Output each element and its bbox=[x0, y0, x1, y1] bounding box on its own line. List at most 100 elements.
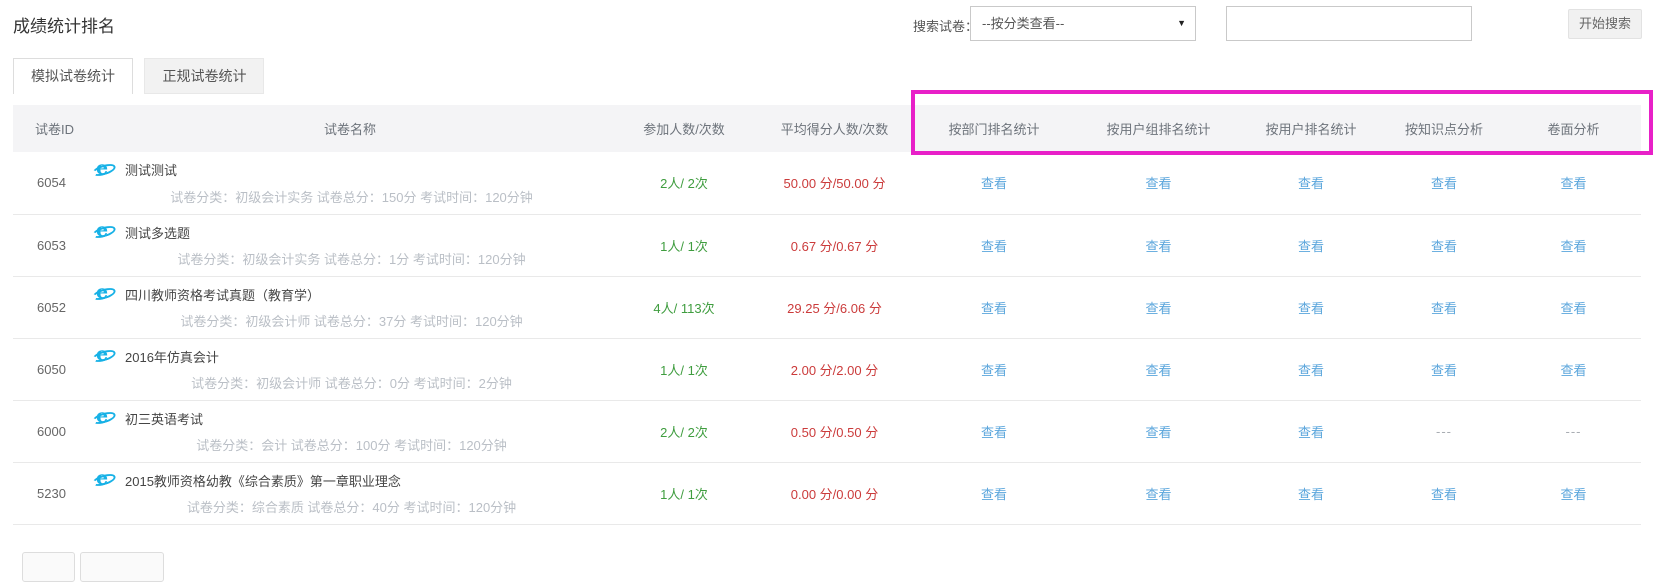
paper-meta: 试卷分类：综合素质 试卷总分：40分 考试时间：120分钟 bbox=[93, 497, 610, 516]
view-link[interactable]: 查看 bbox=[1560, 239, 1586, 254]
usergroup-ranking-cell: 查看 bbox=[1077, 276, 1240, 338]
knowledge-analysis-cell: 查看 bbox=[1382, 462, 1506, 524]
table-header-row: 试卷ID 试卷名称 参加人数/次数 平均得分人数/次数 按部门排名统计 按用户组… bbox=[13, 105, 1641, 152]
header-knowledge-analysis: 按知识点分析 bbox=[1382, 105, 1506, 152]
tab-bar: 模拟试卷统计 正规试卷统计 bbox=[13, 58, 264, 94]
search-input[interactable] bbox=[1226, 6, 1472, 41]
view-link[interactable]: 查看 bbox=[1298, 363, 1324, 378]
no-data-dash: --- bbox=[1566, 424, 1582, 439]
view-link[interactable]: 查看 bbox=[1431, 301, 1457, 316]
average-score: 0.67 分/0.67 分 bbox=[758, 214, 911, 276]
department-ranking-cell: 查看 bbox=[911, 338, 1077, 400]
paper-icon: e bbox=[93, 408, 115, 428]
paper-icon: e bbox=[93, 284, 115, 304]
search-button[interactable]: 开始搜索 bbox=[1568, 9, 1642, 39]
pagination-button[interactable] bbox=[80, 552, 164, 582]
view-link[interactable]: 查看 bbox=[1298, 301, 1324, 316]
usergroup-ranking-cell: 查看 bbox=[1077, 152, 1240, 214]
paper-name: 测试测试 bbox=[125, 160, 177, 179]
view-link[interactable]: 查看 bbox=[1298, 176, 1324, 191]
view-link[interactable]: 查看 bbox=[1431, 176, 1457, 191]
paper-analysis-cell: 查看 bbox=[1506, 462, 1641, 524]
view-link[interactable]: 查看 bbox=[1145, 487, 1171, 502]
usergroup-ranking-cell: 查看 bbox=[1077, 462, 1240, 524]
participants-count: 2人/ 2次 bbox=[610, 152, 758, 214]
department-ranking-cell: 查看 bbox=[911, 152, 1077, 214]
view-link[interactable]: 查看 bbox=[1560, 176, 1586, 191]
paper-icon: e bbox=[93, 470, 115, 490]
view-link[interactable]: 查看 bbox=[1560, 301, 1586, 316]
tab-formal-paper-stats[interactable]: 正规试卷统计 bbox=[144, 58, 264, 94]
knowledge-analysis-cell: 查看 bbox=[1382, 152, 1506, 214]
chevron-down-icon: ▼ bbox=[1177, 7, 1186, 40]
table-row: 6050 e 2016年仿真会计 试卷分类：初级会计师 试卷总分：0分 考试时间… bbox=[13, 338, 1641, 400]
view-link[interactable]: 查看 bbox=[1560, 363, 1586, 378]
average-score: 0.50 分/0.50 分 bbox=[758, 400, 911, 462]
user-ranking-cell: 查看 bbox=[1240, 338, 1382, 400]
user-ranking-cell: 查看 bbox=[1240, 462, 1382, 524]
paper-analysis-cell: 查看 bbox=[1506, 214, 1641, 276]
paper-analysis-cell: --- bbox=[1506, 400, 1641, 462]
score-stats-table: 试卷ID 试卷名称 参加人数/次数 平均得分人数/次数 按部门排名统计 按用户组… bbox=[13, 105, 1641, 525]
paper-analysis-cell: 查看 bbox=[1506, 152, 1641, 214]
department-ranking-cell: 查看 bbox=[911, 214, 1077, 276]
paper-icon: e bbox=[93, 346, 115, 366]
table-row: 6054 e 测试测试 试卷分类：初级会计实务 试卷总分：150分 考试时间：1… bbox=[13, 152, 1641, 214]
knowledge-analysis-cell: 查看 bbox=[1382, 214, 1506, 276]
average-score: 29.25 分/6.06 分 bbox=[758, 276, 911, 338]
user-ranking-cell: 查看 bbox=[1240, 214, 1382, 276]
table-row: 5230 e 2015教师资格幼教《综合素质》第一章职业理念 试卷分类：综合素质… bbox=[13, 462, 1641, 524]
view-link[interactable]: 查看 bbox=[1145, 239, 1171, 254]
view-link[interactable]: 查看 bbox=[1145, 176, 1171, 191]
header-paper-analysis: 卷面分析 bbox=[1506, 105, 1641, 152]
view-link[interactable]: 查看 bbox=[1145, 363, 1171, 378]
user-ranking-cell: 查看 bbox=[1240, 152, 1382, 214]
paper-name-cell: e 初三英语考试 试卷分类：会计 试卷总分：100分 考试时间：120分钟 bbox=[90, 400, 610, 462]
view-link[interactable]: 查看 bbox=[981, 176, 1007, 191]
view-link[interactable]: 查看 bbox=[981, 363, 1007, 378]
tab-mock-paper-stats[interactable]: 模拟试卷统计 bbox=[13, 58, 133, 94]
table-row: 6053 e 测试多选题 试卷分类：初级会计实务 试卷总分：1分 考试时间：12… bbox=[13, 214, 1641, 276]
paper-name: 测试多选题 bbox=[125, 223, 190, 242]
paper-name: 2015教师资格幼教《综合素质》第一章职业理念 bbox=[125, 471, 401, 490]
paper-name: 四川教师资格考试真题（教育学） bbox=[125, 285, 320, 304]
paper-id: 6053 bbox=[13, 214, 90, 276]
paper-id: 6000 bbox=[13, 400, 90, 462]
paper-name-cell: e 2015教师资格幼教《综合素质》第一章职业理念 试卷分类：综合素质 试卷总分… bbox=[90, 462, 610, 524]
paper-id: 5230 bbox=[13, 462, 90, 524]
view-link[interactable]: 查看 bbox=[1431, 363, 1457, 378]
view-link[interactable]: 查看 bbox=[1298, 425, 1324, 440]
view-link[interactable]: 查看 bbox=[981, 301, 1007, 316]
view-link[interactable]: 查看 bbox=[1145, 425, 1171, 440]
paper-name-cell: e 2016年仿真会计 试卷分类：初级会计师 试卷总分：0分 考试时间：2分钟 bbox=[90, 338, 610, 400]
view-link[interactable]: 查看 bbox=[1298, 487, 1324, 502]
table-row: 6000 e 初三英语考试 试卷分类：会计 试卷总分：100分 考试时间：120… bbox=[13, 400, 1641, 462]
view-link[interactable]: 查看 bbox=[981, 487, 1007, 502]
paper-meta: 试卷分类：初级会计实务 试卷总分：150分 考试时间：120分钟 bbox=[93, 187, 610, 206]
knowledge-analysis-cell: 查看 bbox=[1382, 338, 1506, 400]
usergroup-ranking-cell: 查看 bbox=[1077, 338, 1240, 400]
category-select-value: --按分类查看-- bbox=[982, 16, 1064, 31]
view-link[interactable]: 查看 bbox=[1298, 239, 1324, 254]
header-user-ranking: 按用户排名统计 bbox=[1240, 105, 1382, 152]
view-link[interactable]: 查看 bbox=[1431, 239, 1457, 254]
view-link[interactable]: 查看 bbox=[981, 239, 1007, 254]
header-paper-id: 试卷ID bbox=[13, 105, 90, 152]
paper-name-cell: e 四川教师资格考试真题（教育学） 试卷分类：初级会计师 试卷总分：37分 考试… bbox=[90, 276, 610, 338]
table-row: 6052 e 四川教师资格考试真题（教育学） 试卷分类：初级会计师 试卷总分：3… bbox=[13, 276, 1641, 338]
paper-meta: 试卷分类：初级会计实务 试卷总分：1分 考试时间：120分钟 bbox=[93, 249, 610, 268]
average-score: 0.00 分/0.00 分 bbox=[758, 462, 911, 524]
paper-analysis-cell: 查看 bbox=[1506, 276, 1641, 338]
view-link[interactable]: 查看 bbox=[1431, 487, 1457, 502]
paper-id: 6052 bbox=[13, 276, 90, 338]
page-title: 成绩统计排名 bbox=[13, 12, 115, 37]
view-link[interactable]: 查看 bbox=[1560, 487, 1586, 502]
average-score: 2.00 分/2.00 分 bbox=[758, 338, 911, 400]
header-average-score: 平均得分人数/次数 bbox=[758, 105, 911, 152]
pagination-button[interactable] bbox=[22, 552, 75, 582]
category-select[interactable]: --按分类查看-- ▼ bbox=[970, 6, 1196, 41]
view-link[interactable]: 查看 bbox=[1145, 301, 1171, 316]
view-link[interactable]: 查看 bbox=[981, 425, 1007, 440]
user-ranking-cell: 查看 bbox=[1240, 276, 1382, 338]
paper-analysis-cell: 查看 bbox=[1506, 338, 1641, 400]
